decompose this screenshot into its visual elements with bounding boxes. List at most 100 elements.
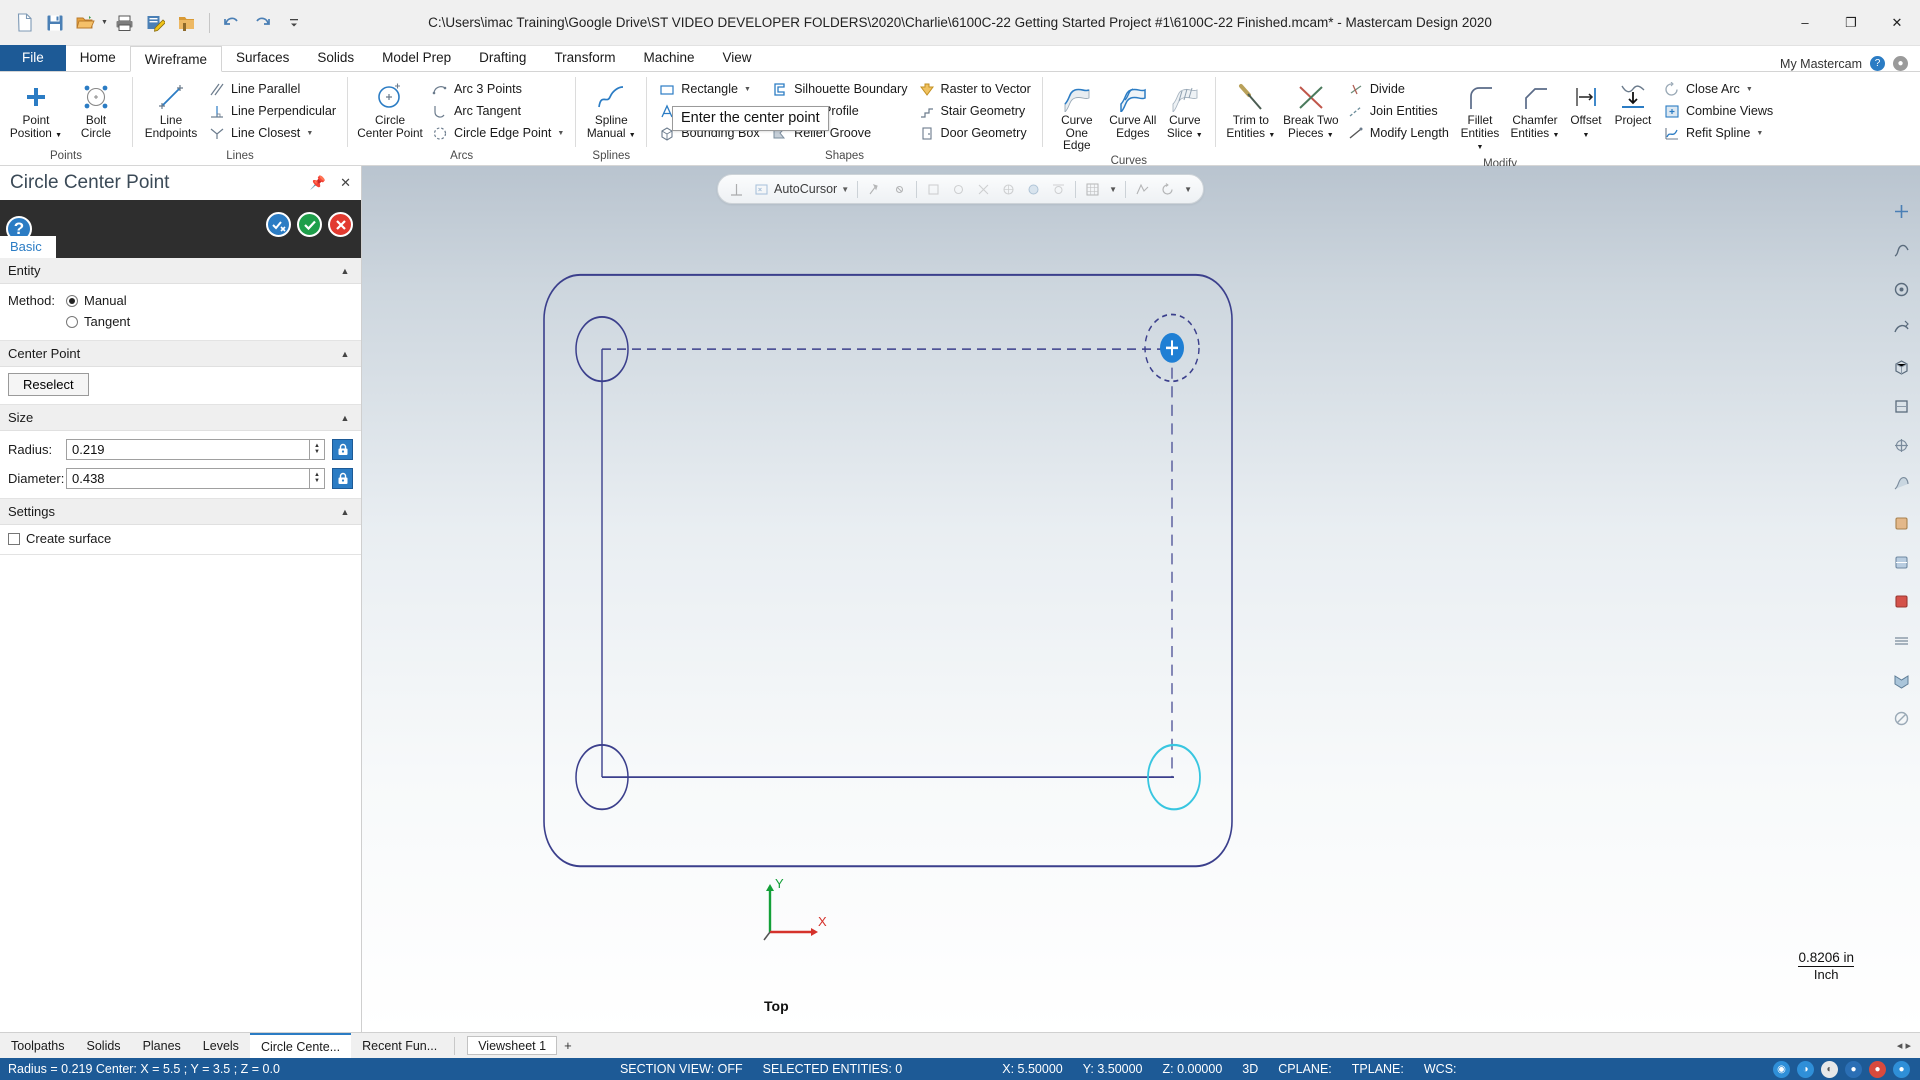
tab-model-prep[interactable]: Model Prep	[368, 45, 465, 71]
trim-to-entities-button[interactable]: Trim to Entities ▼	[1222, 77, 1280, 145]
open-dropdown-caret[interactable]: ▼	[101, 19, 108, 26]
open-folder-icon[interactable]	[72, 9, 100, 37]
create-surface-row[interactable]: Create surface	[8, 531, 353, 546]
curve-all-edges-button[interactable]: Curve All Edges	[1105, 77, 1161, 142]
wireframe-shading-icon[interactable]	[1883, 426, 1919, 464]
tab-surfaces[interactable]: Surfaces	[222, 45, 303, 71]
unblank-entities-icon[interactable]	[1883, 699, 1919, 737]
chevron-up-icon[interactable]: ▲	[337, 263, 353, 279]
shaded-view-icon[interactable]	[1883, 465, 1919, 503]
fillet-entities-button[interactable]: Fillet Entities ▼	[1454, 77, 1506, 158]
info-icon[interactable]: ●	[1893, 1060, 1910, 1078]
chamfer-entities-button[interactable]: Chamfer Entities ▼	[1506, 77, 1564, 145]
point-position-button[interactable]: Point Position ▼	[6, 77, 66, 145]
spline-manual-button[interactable]: Spline Manual ▼	[582, 77, 640, 145]
pin-icon[interactable]: 📌	[310, 175, 326, 191]
folder-icon[interactable]	[173, 9, 201, 37]
diameter-stepper[interactable]: ▲ ▼	[310, 467, 325, 489]
customize-qat-icon[interactable]	[280, 9, 308, 37]
close-arc-caret[interactable]: ▼	[1746, 86, 1753, 93]
diameter-lock-icon[interactable]	[332, 467, 353, 489]
refit-spline-caret[interactable]: ▼	[1756, 130, 1763, 137]
close-arc-button[interactable]: Close Arc ▼	[1658, 78, 1778, 100]
viewsheet-nav[interactable]: ◂ ▸	[1897, 1039, 1911, 1052]
apply-and-create-new-button[interactable]	[266, 212, 291, 237]
line-closest-caret[interactable]: ▼	[306, 130, 313, 137]
minimize-button[interactable]: –	[1782, 0, 1828, 46]
project-button[interactable]: Project	[1608, 77, 1658, 130]
curve-slice-button[interactable]: Curve Slice ▼	[1161, 77, 1209, 145]
method-tangent-row[interactable]: Tangent	[8, 311, 353, 332]
tab-transform[interactable]: Transform	[540, 45, 629, 71]
tab-basic[interactable]: Basic	[0, 236, 56, 258]
radio-manual[interactable]	[66, 294, 78, 307]
chevron-up-icon[interactable]: ▲	[337, 504, 353, 520]
section-header-center-point[interactable]: Center Point ▲	[0, 341, 361, 367]
curve-one-edge-button[interactable]: Curve One Edge	[1049, 77, 1105, 155]
material-view-icon[interactable]	[1883, 582, 1919, 620]
my-mastercam[interactable]: My Mastercam ? ●	[1780, 56, 1920, 71]
tab-file[interactable]: File	[0, 45, 66, 71]
refit-spline-button[interactable]: Refit Spline ▼	[1658, 122, 1778, 144]
offset-button[interactable]: Offset ▼	[1564, 77, 1608, 145]
fit-screen-icon[interactable]	[1883, 192, 1919, 230]
combine-views-button[interactable]: Combine Views	[1658, 100, 1778, 122]
bottom-tab-levels[interactable]: Levels	[192, 1033, 250, 1059]
reselect-button[interactable]: Reselect	[8, 373, 89, 396]
redo-icon[interactable]	[249, 9, 277, 37]
radius-lock-icon[interactable]	[332, 438, 353, 460]
modify-length-button[interactable]: Modify Length	[1342, 122, 1454, 144]
circle-center-point-button[interactable]: Circle Center Point	[354, 77, 426, 142]
radius-stepper[interactable]: ▲ ▼	[310, 438, 325, 460]
globe-icon[interactable]: ◉	[1773, 1060, 1790, 1078]
maximize-button[interactable]: ❐	[1828, 0, 1874, 46]
door-geometry-button[interactable]: Door Geometry	[913, 122, 1036, 144]
tab-solids[interactable]: Solids	[303, 45, 368, 71]
save-icon[interactable]	[41, 9, 69, 37]
alert-icon[interactable]: ●	[1869, 1060, 1886, 1078]
line-endpoints-button[interactable]: Line Endpoints	[139, 77, 203, 142]
tplane-icon[interactable]: ◐	[1821, 1060, 1838, 1078]
section-header-settings[interactable]: Settings ▲	[0, 499, 361, 525]
tab-home[interactable]: Home	[66, 45, 130, 71]
zoom-target-icon[interactable]	[1883, 270, 1919, 308]
status-tplane[interactable]: TPLANE:	[1342, 1062, 1414, 1076]
cancel-button[interactable]	[328, 212, 353, 237]
method-manual-row[interactable]: Method: Manual	[8, 290, 353, 311]
radius-input[interactable]	[66, 438, 310, 460]
isometric-view-icon[interactable]	[1883, 348, 1919, 386]
add-viewsheet-button[interactable]: +	[557, 1038, 579, 1053]
circle-edge-point-caret[interactable]: ▼	[557, 130, 564, 137]
circle-edge-point-button[interactable]: Circle Edge Point ▼	[426, 122, 569, 144]
wcs-icon[interactable]: ●	[1845, 1060, 1862, 1078]
break-two-pieces-button[interactable]: Break Two Pieces ▼	[1280, 77, 1342, 145]
blank-entities-icon[interactable]	[1883, 660, 1919, 698]
section-header-size[interactable]: Size ▲	[0, 405, 361, 431]
status-section-view[interactable]: SECTION VIEW: OFF	[610, 1062, 753, 1076]
close-button[interactable]: ✕	[1874, 0, 1920, 46]
levels-icon[interactable]	[1883, 621, 1919, 659]
chevron-up-icon[interactable]: ▲	[337, 346, 353, 362]
bottom-tab-planes[interactable]: Planes	[132, 1033, 192, 1059]
hidden-lines-icon[interactable]	[1883, 543, 1919, 581]
stair-geometry-button[interactable]: Stair Geometry	[913, 100, 1036, 122]
section-header-entity[interactable]: Entity ▲	[0, 258, 361, 284]
ok-button[interactable]	[297, 212, 322, 237]
bottom-tab-recent-functions[interactable]: Recent Fun...	[351, 1033, 448, 1059]
bottom-tab-solids[interactable]: Solids	[76, 1033, 132, 1059]
status-3d-toggle[interactable]: 3D	[1232, 1062, 1268, 1076]
zoom-window-icon[interactable]	[1883, 231, 1919, 269]
new-file-icon[interactable]	[10, 9, 38, 37]
tab-machine[interactable]: Machine	[629, 45, 708, 71]
join-entities-button[interactable]: Join Entities	[1342, 100, 1454, 122]
print-icon[interactable]	[111, 9, 139, 37]
graphics-viewport[interactable]: AutoCursor ▼ ▼ ▼ Y X Top 0.8206 in Inch	[362, 166, 1920, 1032]
status-wcs[interactable]: WCS:	[1414, 1062, 1467, 1076]
help-circle-icon[interactable]: ?	[1870, 56, 1885, 71]
edit-doc-icon[interactable]	[142, 9, 170, 37]
silhouette-boundary-button[interactable]: Silhouette Boundary	[766, 78, 912, 100]
line-parallel-button[interactable]: Line Parallel	[203, 78, 341, 100]
close-icon[interactable]: ✕	[340, 175, 351, 191]
create-surface-checkbox[interactable]	[8, 532, 20, 545]
tab-drafting[interactable]: Drafting	[465, 45, 540, 71]
